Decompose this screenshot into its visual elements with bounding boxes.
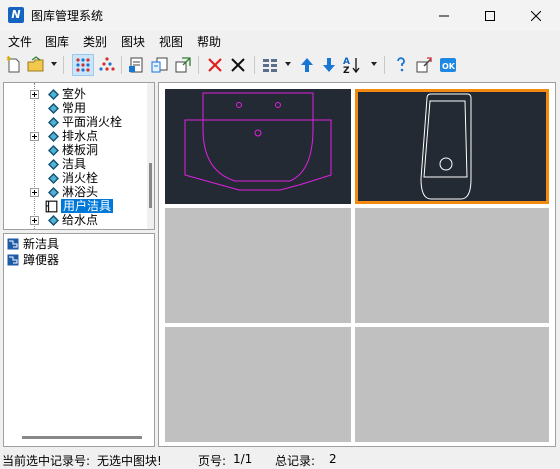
maximize-button[interactable]	[467, 0, 513, 31]
properties-icon	[416, 57, 432, 73]
menu-block[interactable]: 图块	[121, 33, 145, 50]
status-bar: 当前选中记录号: 无选中图块! 页号: 1/1 总记录: 2	[0, 449, 560, 469]
maximize-icon	[485, 10, 495, 21]
thumbnail-empty[interactable]	[165, 208, 351, 323]
total-records-label: 总记录:	[275, 454, 316, 468]
diamond-icon	[48, 103, 59, 114]
thumbnail-grid	[158, 82, 556, 447]
open-dropdown-arrow[interactable]	[51, 62, 57, 66]
export-block-icon	[175, 57, 191, 73]
help-icon	[397, 57, 405, 72]
thumbnail-empty[interactable]	[165, 327, 351, 442]
diamond-icon	[48, 187, 59, 198]
close-button[interactable]	[513, 0, 559, 31]
diamond-icon	[48, 89, 59, 100]
selected-record-label: 当前选中记录号:	[2, 454, 91, 468]
move-down-icon	[323, 58, 335, 72]
diamond-icon	[48, 131, 59, 142]
export-block-button[interactable]	[172, 54, 194, 76]
diamond-icon	[48, 159, 59, 170]
move-down-button[interactable]	[318, 54, 340, 76]
tree-scroll-thumb[interactable]	[149, 163, 152, 208]
category-tree: 室外 常用 平面消火栓 排水点 楼板洞 洁具 消火栓 淋浴头 用户洁具 给水点	[3, 82, 155, 230]
minimize-icon	[439, 15, 449, 16]
diamond-icon	[48, 173, 59, 184]
total-records-value: 2	[329, 452, 337, 466]
view-layout-icon	[263, 59, 277, 72]
expand-plus-icon[interactable]	[30, 216, 39, 225]
grid-view-button[interactable]	[72, 54, 94, 76]
list-horizontal-scrollbar[interactable]	[22, 436, 142, 439]
expand-plus-icon[interactable]	[30, 132, 39, 141]
pyramid-view-button[interactable]	[96, 54, 118, 76]
thumbnail-toilet[interactable]	[355, 89, 549, 204]
menu-view[interactable]: 视图	[159, 33, 183, 50]
toilet-drawing	[420, 93, 472, 200]
properties-button[interactable]	[413, 54, 435, 76]
title-bar: N 图库管理系统	[0, 0, 560, 31]
insert-block-button[interactable]	[126, 54, 148, 76]
grid-dots-icon	[76, 58, 90, 72]
help-button[interactable]	[390, 54, 412, 76]
close-icon	[531, 10, 541, 21]
diamond-icon	[48, 117, 59, 128]
new-button[interactable]	[3, 54, 25, 76]
sort-button[interactable]: AZ	[341, 54, 363, 76]
menu-library[interactable]: 图库	[45, 33, 69, 50]
replace-block-button[interactable]	[149, 54, 171, 76]
svg-text:Z: Z	[343, 66, 350, 75]
open-button[interactable]	[25, 54, 47, 76]
block-icon	[7, 238, 19, 250]
block-icon	[7, 254, 19, 266]
menu-category[interactable]: 类别	[83, 33, 107, 50]
new-icon	[6, 56, 20, 73]
ok-icon: OK	[440, 58, 456, 72]
diamond-icon	[48, 145, 59, 156]
ok-button[interactable]: OK	[437, 54, 459, 76]
minimize-button[interactable]	[421, 0, 467, 31]
delete-button[interactable]	[204, 54, 226, 76]
diamond-icon	[48, 215, 59, 226]
window-title: 图库管理系统	[31, 9, 104, 23]
page-number-value: 1/1	[233, 452, 253, 466]
pyramid-icon	[99, 57, 115, 71]
selected-record-value: 无选中图块!	[97, 454, 162, 468]
delete-black-icon	[231, 58, 245, 72]
delete-all-button[interactable]	[227, 54, 249, 76]
replace-block-icon	[151, 57, 168, 73]
menu-help[interactable]: 帮助	[197, 33, 221, 50]
page-number-label: 页号:	[198, 454, 227, 468]
move-up-icon	[301, 58, 313, 72]
sort-az-icon: AZ	[343, 57, 360, 75]
menu-bar: 文件 图库 类别 图块 视图 帮助	[0, 31, 560, 51]
washbasin-drawing	[184, 92, 332, 191]
thumbnail-empty[interactable]	[355, 327, 549, 442]
view-layout-button[interactable]	[259, 54, 281, 76]
sort-dropdown-arrow[interactable]	[371, 62, 377, 66]
thumbnail-empty[interactable]	[355, 208, 549, 323]
move-up-button[interactable]	[296, 54, 318, 76]
expand-plus-icon[interactable]	[30, 90, 39, 99]
open-book-icon	[45, 200, 58, 213]
open-folder-icon	[27, 56, 44, 72]
block-list: 新洁具 蹲便器	[3, 233, 155, 447]
menu-file[interactable]: 文件	[8, 33, 32, 50]
delete-red-icon	[208, 58, 222, 72]
toolbar: AZ OK	[0, 51, 560, 80]
tree-scrollbar[interactable]	[147, 83, 154, 229]
expand-plus-icon[interactable]	[30, 188, 39, 197]
app-logo-icon: N	[8, 7, 24, 23]
insert-block-icon	[129, 57, 143, 73]
view-layout-dropdown-arrow[interactable]	[285, 62, 291, 66]
thumbnail-basin[interactable]	[165, 89, 351, 204]
svg-text:OK: OK	[442, 62, 456, 71]
